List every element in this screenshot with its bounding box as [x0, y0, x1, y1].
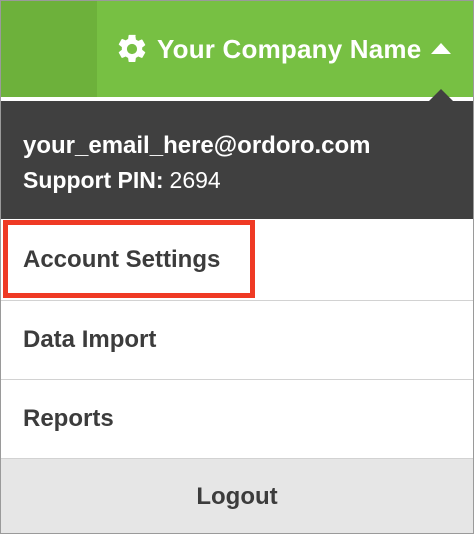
logout-button[interactable]: Logout — [1, 459, 473, 533]
menu-item-label: Data Import — [23, 326, 157, 353]
menu-item-label: Reports — [23, 405, 114, 432]
logout-label: Logout — [196, 483, 278, 510]
dropdown-pointer — [429, 89, 453, 101]
menu-item-account-settings[interactable]: Account Settings — [1, 219, 473, 301]
company-menu-button[interactable]: Your Company Name — [97, 1, 473, 97]
support-pin-label: Support PIN: — [23, 167, 164, 193]
user-info-panel: your_email_here@ordoro.com Support PIN: 2… — [1, 101, 473, 219]
support-pin: Support PIN: 2694 — [23, 163, 451, 197]
menu-item-data-import[interactable]: Data Import — [1, 301, 473, 380]
company-name: Your Company Name — [157, 33, 422, 64]
support-pin-value: 2694 — [169, 167, 221, 193]
caret-up-icon — [431, 42, 452, 54]
menu-item-reports[interactable]: Reports — [1, 380, 473, 459]
gear-icon — [115, 32, 149, 66]
top-nav-left-section — [1, 1, 97, 97]
account-dropdown-menu: your_email_here@ordoro.com Support PIN: 2… — [1, 101, 473, 533]
screenshot-frame: Your Company Name your_email_here@ordoro… — [0, 0, 474, 534]
user-email: your_email_here@ordoro.com — [23, 132, 371, 159]
top-nav-bar: Your Company Name — [1, 1, 473, 97]
menu-item-label: Account Settings — [23, 245, 221, 273]
